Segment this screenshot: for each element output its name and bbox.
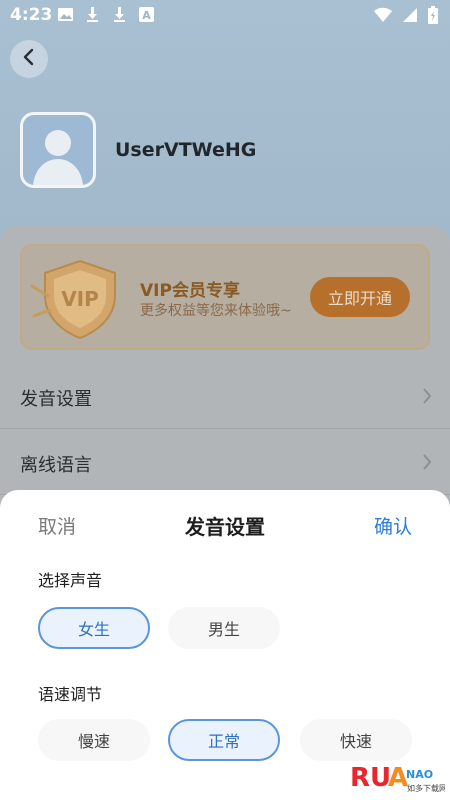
speed-section-label: 语速调节 bbox=[38, 685, 103, 704]
row-label: 离线语言 bbox=[20, 455, 92, 476]
font-icon: A bbox=[138, 6, 155, 23]
confirm-button[interactable]: 确认 bbox=[374, 512, 412, 539]
row-offline-language[interactable]: 离线语言 bbox=[0, 429, 450, 495]
status-bar: 4:23 A bbox=[0, 0, 450, 32]
status-time: 4:23 bbox=[10, 5, 53, 25]
download-icon bbox=[84, 6, 101, 23]
svg-text:NAO: NAO bbox=[406, 768, 433, 781]
vip-subtitle: 更多权益等您来体验哦~ bbox=[140, 303, 292, 319]
image-icon bbox=[57, 6, 74, 23]
vip-open-button[interactable]: 立即开通 bbox=[310, 277, 410, 317]
speed-fast-option[interactable]: 快速 bbox=[300, 719, 412, 761]
wifi-icon bbox=[374, 7, 392, 27]
speed-normal-option[interactable]: 正常 bbox=[168, 719, 280, 761]
vip-title: VIP会员专享 bbox=[140, 281, 240, 301]
row-voice-settings[interactable]: 发音设置 bbox=[0, 363, 450, 429]
avatar[interactable] bbox=[20, 112, 96, 188]
voice-section-label: 选择声音 bbox=[38, 571, 103, 590]
back-button[interactable] bbox=[10, 40, 48, 78]
username: UserVTWeHG bbox=[115, 139, 257, 161]
vip-shield-icon: VIP bbox=[30, 256, 130, 346]
svg-text:如多下载网: 如多下载网 bbox=[407, 783, 445, 793]
svg-text:RU: RU bbox=[350, 763, 391, 793]
chevron-left-icon bbox=[22, 48, 36, 70]
chevron-right-icon bbox=[422, 453, 432, 475]
row-label: 发音设置 bbox=[20, 389, 92, 410]
download-icon bbox=[111, 6, 128, 23]
voice-male-option[interactable]: 男生 bbox=[168, 607, 280, 649]
voice-female-option[interactable]: 女生 bbox=[38, 607, 150, 649]
chevron-right-icon bbox=[422, 387, 432, 409]
svg-text:A: A bbox=[142, 9, 151, 22]
watermark-logo: RU A NAO 如多下载网 bbox=[350, 760, 447, 794]
svg-text:VIP: VIP bbox=[61, 287, 99, 311]
signal-icon bbox=[402, 7, 418, 27]
speed-slow-option[interactable]: 慢速 bbox=[38, 719, 150, 761]
battery-icon bbox=[428, 6, 438, 28]
